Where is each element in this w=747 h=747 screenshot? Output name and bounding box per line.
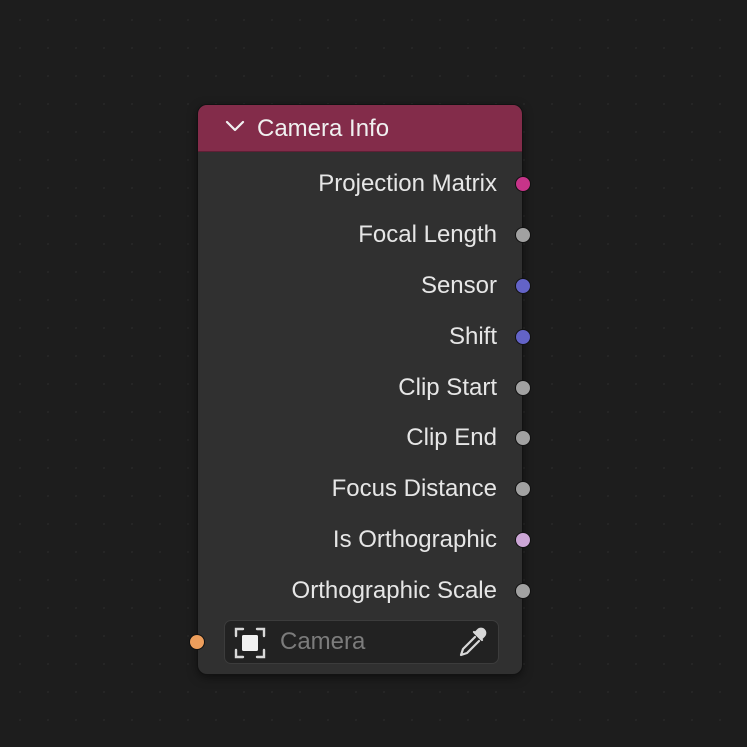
output-label: Clip End: [406, 424, 497, 451]
output-socket[interactable]: [515, 176, 531, 192]
eyedropper-icon[interactable]: [454, 626, 488, 660]
camera-field-placeholder: Camera: [280, 628, 366, 655]
output-socket[interactable]: [515, 583, 531, 599]
output-label: Projection Matrix: [318, 170, 497, 197]
output-projection-matrix: Projection Matrix: [198, 164, 531, 204]
output-label: Focus Distance: [331, 475, 497, 502]
output-focus-distance: Focus Distance: [198, 469, 531, 509]
output-socket[interactable]: [515, 278, 531, 294]
output-is-orthographic: Is Orthographic: [198, 520, 531, 560]
output-clip-end: Clip End: [198, 418, 531, 458]
output-label: Sensor: [420, 272, 497, 299]
output-socket[interactable]: [515, 329, 531, 345]
output-socket[interactable]: [515, 481, 531, 497]
output-socket[interactable]: [515, 380, 531, 396]
output-socket[interactable]: [515, 430, 531, 446]
output-label: Shift: [448, 323, 497, 350]
output-orthographic-scale: Orthographic Scale: [198, 571, 531, 611]
object-data-icon: [233, 626, 267, 660]
output-socket[interactable]: [515, 532, 531, 548]
camera-info-node[interactable]: Camera Info Projection Matrix Focal Leng…: [189, 105, 531, 674]
output-label: Clip Start: [398, 374, 497, 401]
camera-input-socket[interactable]: [189, 634, 205, 650]
output-shift: Shift: [198, 317, 531, 357]
node-header[interactable]: Camera Info: [198, 105, 522, 152]
output-label: Orthographic Scale: [291, 577, 497, 604]
camera-object-field[interactable]: Camera: [224, 620, 499, 664]
output-label: Is Orthographic: [332, 526, 497, 553]
chevron-down-icon[interactable]: [224, 117, 246, 135]
output-clip-start: Clip Start: [198, 368, 531, 408]
output-socket[interactable]: [515, 227, 531, 243]
output-label: Focal Length: [358, 221, 497, 248]
output-sensor: Sensor: [198, 266, 531, 306]
node-title: Camera Info: [257, 115, 390, 142]
output-focal-length: Focal Length: [198, 215, 531, 255]
